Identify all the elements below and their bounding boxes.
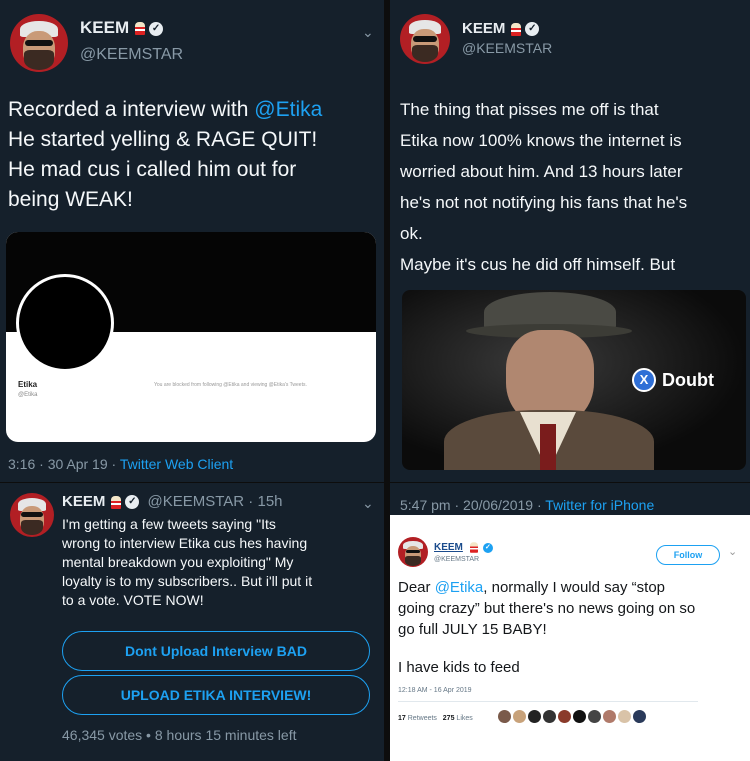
tweet-text-2: I have kids to feed bbox=[398, 659, 520, 676]
liker-avatar[interactable] bbox=[603, 710, 616, 723]
verified-icon: ✓ bbox=[125, 495, 140, 510]
verified-icon: ✓ bbox=[482, 542, 493, 553]
timestamp[interactable]: 12:18 AM - 16 Apr 2019 bbox=[398, 687, 472, 694]
popcorn-icon bbox=[469, 542, 478, 553]
avatar[interactable] bbox=[10, 14, 68, 72]
embedded-profile-image[interactable]: Etika @Etika You are blocked from follow… bbox=[6, 232, 376, 442]
tweet-text: Recorded a interview with @Etika He star… bbox=[8, 98, 323, 211]
tweet-text-2: Maybe it's cus he did off himself. But bbox=[400, 255, 676, 274]
liker-avatar[interactable] bbox=[543, 710, 556, 723]
popcorn-icon bbox=[135, 22, 146, 36]
tweet-panel-top-left: KEEM ✓ @KEEMSTAR ⌄ Recorded a interview w… bbox=[0, 0, 384, 482]
tweet-meta: 3:16 · 30 Apr 19 · Twitter Web Client bbox=[8, 456, 234, 472]
liker-avatar[interactable] bbox=[558, 710, 571, 723]
x-button-icon: X bbox=[632, 368, 656, 392]
like-count[interactable]: 275 bbox=[443, 715, 455, 722]
popcorn-icon bbox=[511, 22, 522, 36]
display-name[interactable]: KEEM ✓ bbox=[80, 18, 164, 38]
avatar[interactable] bbox=[400, 14, 450, 64]
profile-handle: @Etika bbox=[18, 392, 38, 398]
liker-avatar[interactable] bbox=[513, 710, 526, 723]
tweet-text: I'm getting a few tweets saying "Its wro… bbox=[62, 516, 313, 608]
handle[interactable]: @KEEMSTAR bbox=[434, 556, 479, 563]
source-app-link[interactable]: Twitter for iPhone bbox=[545, 497, 654, 513]
handle[interactable]: @KEEMSTAR · 15h bbox=[148, 493, 283, 510]
verified-icon: ✓ bbox=[149, 21, 164, 36]
handle[interactable]: @KEEMSTAR bbox=[462, 40, 552, 56]
liker-avatar[interactable] bbox=[528, 710, 541, 723]
liker-avatar[interactable] bbox=[588, 710, 601, 723]
doubt-label: Doubt bbox=[662, 370, 714, 390]
tweet-text: Dear @Etika, normally I would say “stop … bbox=[398, 579, 696, 638]
likes-label[interactable]: Likes bbox=[456, 715, 472, 722]
liker-avatar[interactable] bbox=[618, 710, 631, 723]
divider bbox=[398, 701, 698, 702]
mention-link[interactable]: @Etika bbox=[435, 579, 484, 596]
source-app-link[interactable]: Twitter Web Client bbox=[120, 456, 233, 472]
blocked-notice: You are blocked from following @Etika an… bbox=[154, 382, 307, 388]
doubt-meme-image[interactable]: X Doubt bbox=[402, 290, 746, 470]
liker-avatar[interactable] bbox=[498, 710, 511, 723]
tweet-panel-top-right: KEEM ✓ @KEEMSTAR The thing that pisses me… bbox=[390, 0, 750, 482]
handle[interactable]: @KEEMSTAR bbox=[80, 46, 183, 64]
retweets-label[interactable]: Retweets bbox=[408, 715, 437, 722]
tweet-panel-bottom-right: KEEM ✓ @KEEMSTAR Follow ⌄ Dear @Etika, no… bbox=[390, 515, 750, 761]
chevron-down-icon[interactable]: ⌄ bbox=[362, 24, 374, 41]
engagement-stats: 17 Retweets 275 Likes bbox=[398, 715, 473, 722]
tie bbox=[540, 424, 556, 470]
verified-icon: ✓ bbox=[525, 22, 540, 37]
liker-avatar[interactable] bbox=[573, 710, 586, 723]
retweet-count[interactable]: 17 bbox=[398, 715, 406, 722]
popcorn-icon bbox=[111, 495, 122, 509]
display-name[interactable]: KEEM ✓ @KEEMSTAR · 15h bbox=[62, 493, 283, 510]
profile-name: Etika bbox=[18, 380, 38, 389]
tweet-panel-bottom-left: KEEM ✓ @KEEMSTAR · 15h ⌄ I'm getting a fe… bbox=[0, 483, 384, 761]
meta-strip: 5:47 pm · 20/06/2019 · Twitter for iPhon… bbox=[390, 483, 750, 515]
poll-option-2-button[interactable]: UPLOAD ETIKA INTERVIEW! bbox=[62, 675, 370, 715]
profile-avatar bbox=[16, 274, 114, 372]
tweet-text: The thing that pisses me off is that Eti… bbox=[400, 100, 688, 243]
mention-link[interactable]: @Etika bbox=[254, 98, 322, 121]
poll-option-1-button[interactable]: Dont Upload Interview BAD bbox=[62, 631, 370, 671]
poll-votes: 46,345 votes • 8 hours 15 minutes left bbox=[62, 727, 297, 743]
follow-button[interactable]: Follow bbox=[656, 545, 720, 565]
liker-avatar[interactable] bbox=[633, 710, 646, 723]
chevron-down-icon[interactable]: ⌄ bbox=[728, 545, 737, 558]
display-name[interactable]: KEEM ✓ bbox=[462, 20, 540, 37]
avatar[interactable] bbox=[398, 537, 428, 567]
tweet-meta: 5:47 pm · 20/06/2019 · Twitter for iPhon… bbox=[400, 497, 655, 513]
avatar[interactable] bbox=[10, 493, 54, 537]
chevron-down-icon[interactable]: ⌄ bbox=[362, 495, 374, 512]
display-name[interactable]: KEEM ✓ bbox=[434, 541, 493, 554]
liker-avatars bbox=[498, 710, 646, 726]
